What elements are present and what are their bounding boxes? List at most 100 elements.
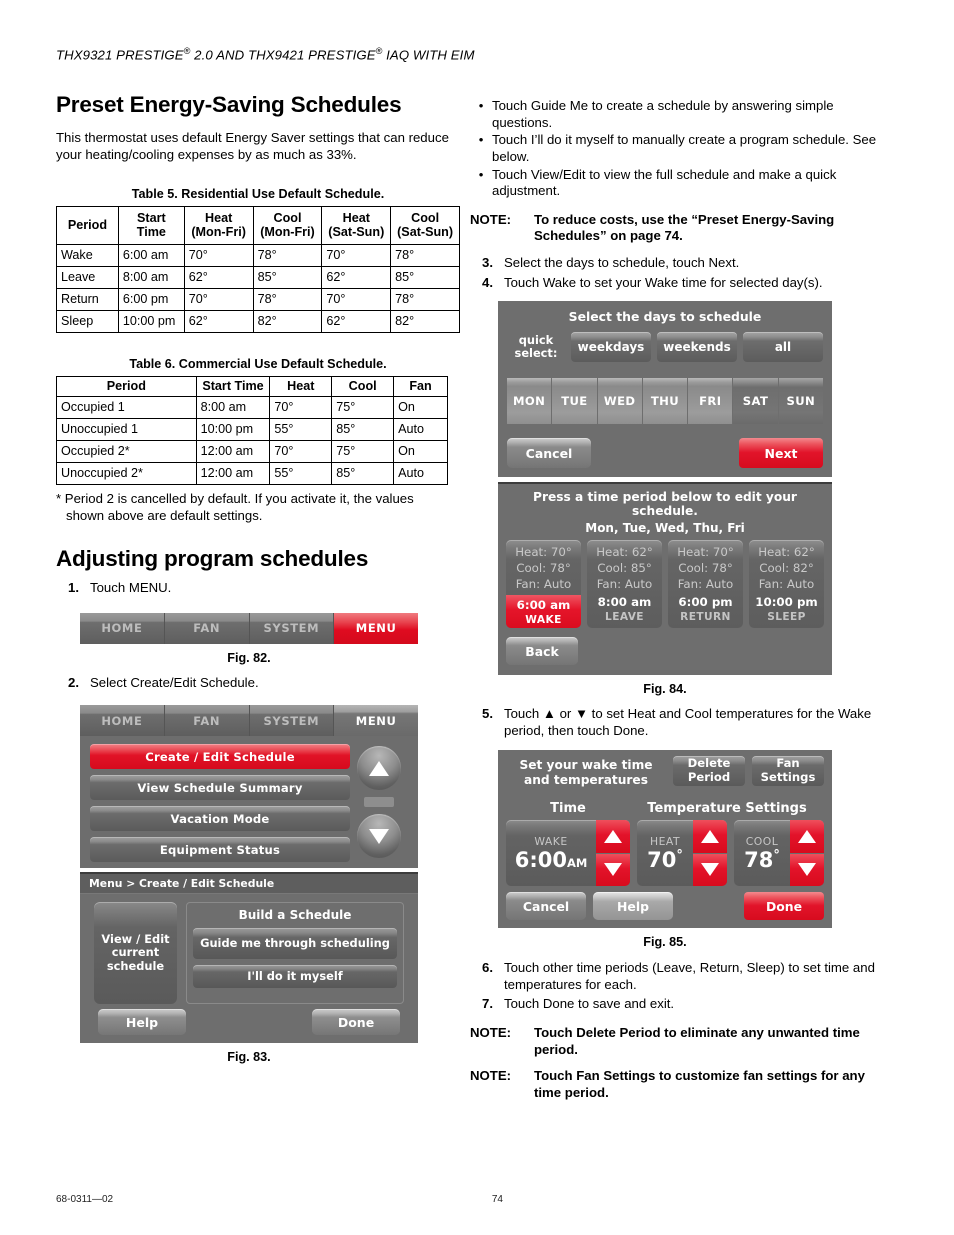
- scrollbar-thumb[interactable]: [364, 797, 394, 808]
- scroll-down-button[interactable]: [357, 814, 401, 859]
- cool-up-button[interactable]: [790, 820, 824, 854]
- wake-screen-header: Set your wake time and temperatures Dele…: [506, 755, 824, 789]
- cell: 78°: [390, 244, 460, 268]
- heat-number: 70: [647, 847, 677, 872]
- cell: 6:00 pm: [117, 288, 185, 312]
- quick-select-all-button[interactable]: all: [743, 332, 823, 363]
- cancel-button[interactable]: Cancel: [507, 438, 591, 469]
- figure-83-caption: Fig. 83.: [227, 1050, 271, 1065]
- wake-stepper-row: WAKE 6:00AM HEAT 70° COOL 78°: [506, 820, 824, 887]
- header-part-2: 2.0 AND THX9421 PRESTIGE: [190, 47, 376, 63]
- cancel-button[interactable]: Cancel: [506, 892, 586, 921]
- cell: 70°: [183, 244, 254, 268]
- table6-footnote: * Period 2 is cancelled by default. If y…: [56, 491, 460, 524]
- menu-item-vacation-mode[interactable]: Vacation Mode: [90, 806, 350, 832]
- step-number: 4.: [482, 274, 493, 290]
- done-button[interactable]: Done: [744, 892, 824, 921]
- create-edit-body: View / Edit current schedule Build a Sch…: [80, 894, 418, 1005]
- day-button-mon[interactable]: MON: [507, 378, 552, 425]
- nav-tab-fan[interactable]: FAN: [164, 705, 250, 737]
- figure-85-caption: Fig. 85.: [643, 935, 687, 950]
- cell: 70°: [321, 244, 392, 268]
- wake-time-value: 6:00AM: [515, 848, 588, 872]
- cool-value: 78°: [744, 847, 780, 872]
- note-text: Touch Fan Settings to customize fan sett…: [534, 1068, 865, 1100]
- cell: 62°: [183, 310, 254, 334]
- heat-down-button[interactable]: [693, 853, 727, 887]
- table-header-row: Period Start Time Heat (Mon-Fri) Cool (M…: [56, 206, 460, 246]
- wake-time-stepper[interactable]: WAKE 6:00AM: [506, 820, 630, 887]
- period-card-leave[interactable]: Heat: 62° Cool: 85° Fan: Auto 8:00 am LE…: [587, 540, 662, 629]
- section-title-adjusting: Adjusting program schedules: [56, 546, 369, 572]
- day-button-sun[interactable]: SUN: [778, 378, 823, 425]
- bullet-text: Touch View/Edit to view the full schedul…: [492, 166, 837, 199]
- cell: 85°: [331, 418, 395, 442]
- table6-col-start-time: Start Time: [195, 376, 271, 398]
- page-number: 74: [491, 1194, 503, 1205]
- nav-tab-menu[interactable]: MENU: [334, 705, 418, 737]
- help-button[interactable]: Help: [593, 892, 673, 921]
- done-button[interactable]: Done: [312, 1009, 400, 1036]
- menu-item-view-schedule-summary[interactable]: View Schedule Summary: [90, 775, 350, 801]
- delete-period-button[interactable]: Delete Period: [673, 755, 745, 786]
- wake-time-up-button[interactable]: [596, 820, 630, 854]
- menu-item-equipment-status[interactable]: Equipment Status: [90, 837, 350, 863]
- day-button-fri[interactable]: FRI: [688, 378, 733, 425]
- triangle-down-icon: [701, 863, 719, 877]
- step-text: Select Create/Edit Schedule.: [90, 674, 259, 690]
- day-button-tue[interactable]: TUE: [552, 378, 597, 425]
- back-button[interactable]: Back: [506, 637, 578, 666]
- left-column: Preset Energy-Saving Schedules This ther…: [56, 92, 460, 1064]
- note-label: NOTE:: [470, 211, 512, 227]
- table5-col-period: Period: [56, 206, 119, 246]
- wake-time-down-button[interactable]: [596, 853, 630, 887]
- figure-84-select-days-screen: Select the days to schedule quick select…: [498, 301, 832, 478]
- day-button-sat[interactable]: SAT: [733, 378, 778, 425]
- cool-number: 78: [744, 847, 774, 872]
- nav-tab-menu[interactable]: MENU: [334, 612, 418, 644]
- guide-me-through-scheduling-button[interactable]: Guide me through scheduling: [193, 928, 397, 960]
- figure-83-menu-screen: HOME FAN SYSTEM MENU Create / Edit Sched…: [80, 705, 418, 869]
- table5-col-heat-monfri: Heat (Mon-Fri): [183, 206, 254, 246]
- fan-settings-button[interactable]: Fan Settings: [752, 755, 824, 786]
- nav-tab-home[interactable]: HOME: [80, 612, 165, 644]
- cool-temperature-stepper[interactable]: COOL 78°: [734, 820, 824, 887]
- next-button[interactable]: Next: [739, 438, 823, 469]
- ill-do-it-myself-button[interactable]: I'll do it myself: [193, 965, 397, 989]
- cell: 85°: [252, 266, 323, 290]
- nav-tab-home[interactable]: HOME: [80, 705, 165, 737]
- heat-up-button[interactable]: [693, 820, 727, 854]
- heat-temperature-stepper[interactable]: HEAT 70°: [637, 820, 727, 887]
- header-part-3: IAQ WITH EIM: [382, 47, 475, 63]
- quick-select-weekdays-button[interactable]: weekdays: [571, 332, 651, 363]
- quick-select-weekends-button[interactable]: weekends: [657, 332, 737, 363]
- note-text: To reduce costs, use the “Preset Energy-…: [534, 211, 835, 244]
- view-edit-current-schedule-button[interactable]: View / Edit current schedule: [94, 902, 177, 1005]
- period-card-return[interactable]: Heat: 70° Cool: 78° Fan: Auto 6:00 pm RE…: [668, 540, 743, 629]
- cell: 70°: [321, 288, 392, 312]
- nav-tab-system[interactable]: SYSTEM: [249, 612, 335, 644]
- help-button[interactable]: Help: [98, 1009, 186, 1036]
- table-row: Return 6:00 pm 70° 78° 70° 78°: [56, 288, 460, 312]
- wake-caption: WAKE: [534, 834, 568, 848]
- cell: On: [393, 396, 448, 420]
- menu-item-create-edit-schedule[interactable]: Create / Edit Schedule: [90, 744, 350, 770]
- table6-col-heat: Heat: [269, 376, 333, 398]
- day-button-thu[interactable]: THU: [642, 378, 688, 425]
- step-1: 1. Touch MENU.: [56, 580, 460, 597]
- period-list: Heat: 70° Cool: 78° Fan: Auto 6:00 am WA…: [506, 540, 824, 629]
- period-cool: Cool: 78°: [516, 560, 571, 575]
- scroll-up-button[interactable]: [357, 746, 401, 791]
- cool-down-button[interactable]: [790, 853, 824, 887]
- nav-tab-fan[interactable]: FAN: [164, 612, 250, 644]
- build-a-schedule-group: Build a Schedule Guide me through schedu…: [186, 902, 404, 1005]
- day-button-wed[interactable]: WED: [597, 378, 642, 425]
- cell: 8:00 am: [117, 266, 185, 290]
- step-number: 1.: [68, 580, 79, 596]
- nav-tab-system[interactable]: SYSTEM: [249, 705, 335, 737]
- cell: 55°: [269, 418, 333, 442]
- period-card-wake[interactable]: Heat: 70° Cool: 78° Fan: Auto 6:00 am WA…: [506, 540, 581, 629]
- period-time: 8:00 am: [597, 595, 652, 610]
- period-card-sleep[interactable]: Heat: 62° Cool: 82° Fan: Auto 10:00 pm S…: [749, 540, 824, 629]
- triangle-down-icon: [604, 863, 622, 877]
